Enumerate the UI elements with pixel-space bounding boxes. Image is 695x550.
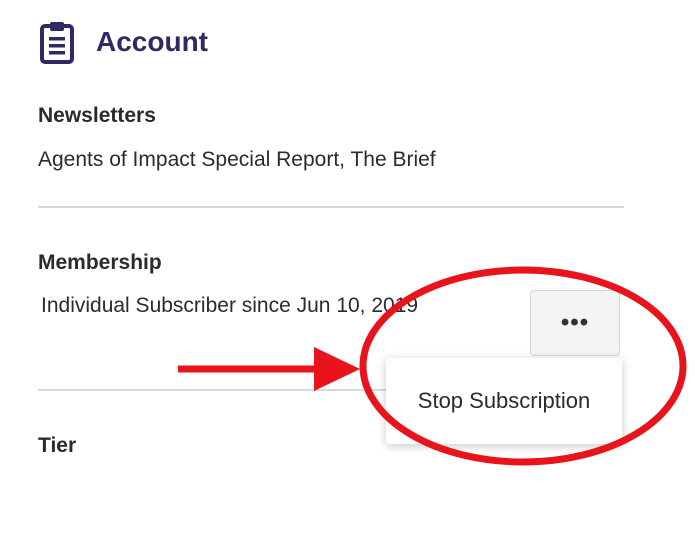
membership-dropdown-menu: Stop Subscription [386,358,622,444]
tier-label: Tier [38,434,77,457]
annotation-overlay [178,266,687,466]
divider [38,389,386,391]
clipboard-icon [38,20,76,64]
more-options-button[interactable]: ••• [530,290,620,356]
divider [38,206,624,208]
stop-subscription-menu-item[interactable]: Stop Subscription [418,388,590,414]
account-header: Account [38,20,208,64]
membership-label: Membership [38,251,162,274]
newsletters-value: Agents of Impact Special Report, The Bri… [38,148,436,171]
more-dots-icon: ••• [560,309,590,336]
arrow-head-icon [314,347,360,391]
newsletters-label: Newsletters [38,104,156,127]
membership-value: Individual Subscriber since Jun 10, 2019 [41,294,419,317]
account-page: Account Newsletters Agents of Impact Spe… [0,0,695,550]
page-title: Account [96,26,208,57]
